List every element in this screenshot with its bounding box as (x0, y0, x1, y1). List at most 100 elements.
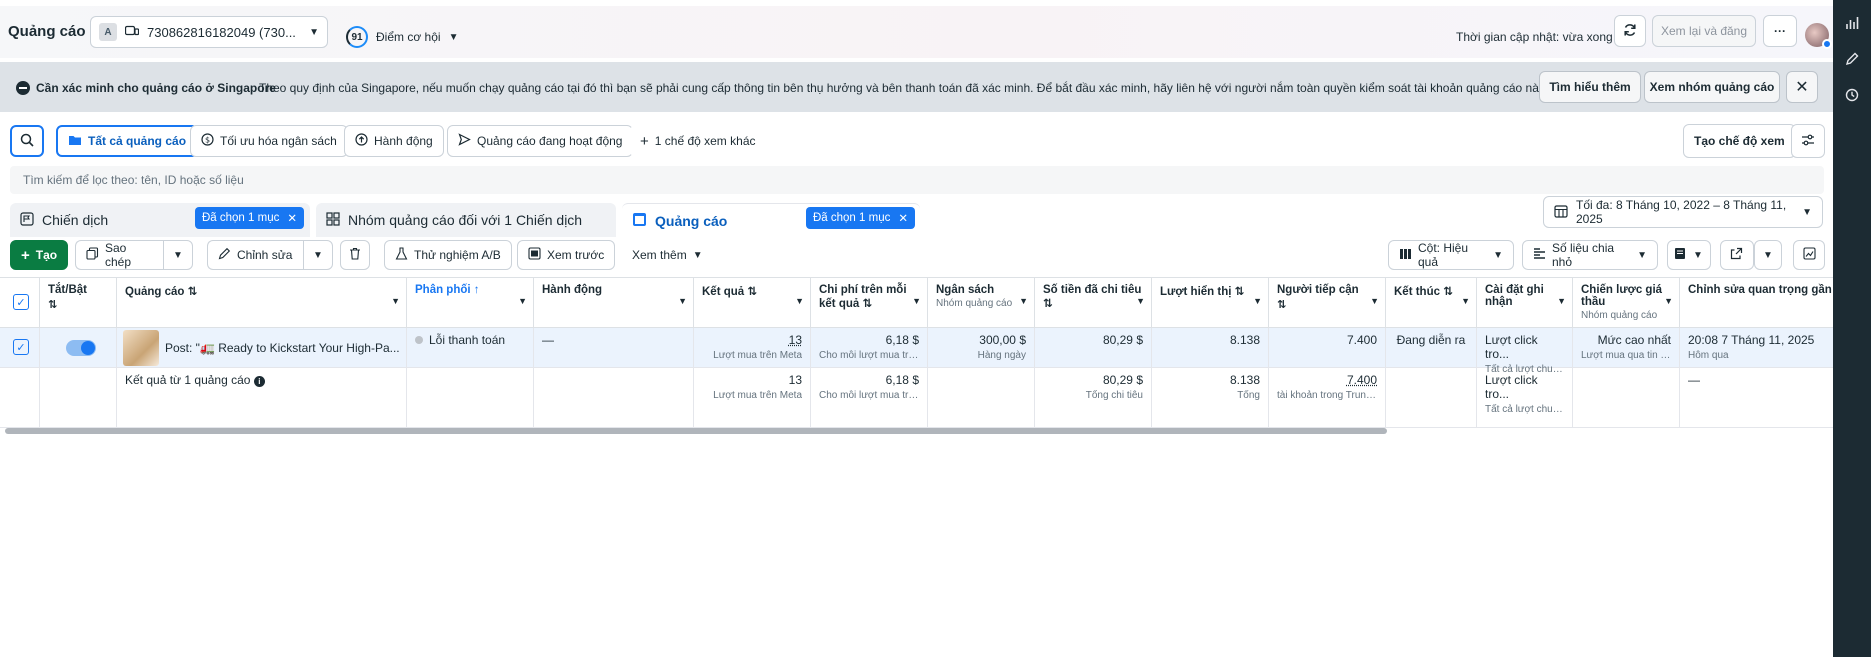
action-toolbar: + Tạo Sao chép ▼ Chỉnh sửa ▼ Thử nghiệm … (0, 240, 1833, 274)
campaigns-selected-chip[interactable]: Đã chọn 1 mục ✕ (195, 207, 304, 229)
ad-thumbnail (123, 329, 159, 366)
edit-dropdown[interactable]: ▼ (303, 240, 333, 270)
horizontal-scrollbar[interactable] (5, 428, 1387, 434)
date-range-picker[interactable]: Tối đa: 8 Tháng 10, 2022 – 8 Tháng 11, 2… (1543, 196, 1823, 228)
col-budget-sub: Nhóm quảng cáo (936, 298, 1013, 309)
col-impressions[interactable]: Lượt hiển thị ⇅ ▼ (1152, 278, 1269, 328)
more-button[interactable]: ··· (1763, 15, 1797, 47)
col-on-off[interactable]: Tắt/Bật ⇅ (40, 278, 117, 328)
reach-cell: 7.400 (1269, 328, 1386, 368)
preview-icon (528, 247, 541, 263)
breakdown-button[interactable]: Số liệu chia nhỏ ▼ (1522, 240, 1658, 270)
export-icon (1730, 247, 1743, 263)
ab-test-button[interactable]: Thử nghiệm A/B (384, 240, 512, 270)
close-icon: ✕ (1795, 79, 1809, 96)
columns-button[interactable]: Cột: Hiệu quả ▼ (1388, 240, 1514, 270)
col-delivery[interactable]: Phân phối ↑ ▼ (407, 278, 534, 328)
score-label: Điểm cơ hội (376, 30, 441, 44)
review-publish-button[interactable]: Xem lại và đăng (1652, 15, 1756, 47)
caret-down-icon: ▼ (1136, 296, 1145, 306)
create-label: Tạo (35, 248, 58, 262)
cost-cell: 6,18 $ Cho mỗi lượt mua trê... (811, 328, 928, 368)
charts-button[interactable] (1793, 240, 1825, 270)
minus-circle-icon (16, 81, 30, 95)
col-cost-per-result[interactable]: Chi phí trên mỗi kết quả ⇅ ▼ (811, 278, 928, 328)
view-active-ads[interactable]: Quảng cáo đang hoạt động (447, 125, 634, 157)
view-all-ads[interactable]: Tất cả quảng cáo (56, 125, 199, 157)
view-settings-button[interactable] (1791, 124, 1825, 158)
avatar[interactable] (1805, 23, 1832, 49)
chart-icon[interactable] (1843, 16, 1861, 34)
col-budget[interactable]: Ngân sách Nhóm quảng cáo ▼ (928, 278, 1035, 328)
search-button[interactable] (10, 125, 44, 157)
close-icon[interactable]: ✕ (287, 211, 297, 225)
create-view-button[interactable]: Tạo chế độ xem (1683, 124, 1796, 158)
impressions-value: 8.138 (1229, 333, 1260, 347)
sort-asc-icon: ↑ (473, 284, 480, 296)
col-reach[interactable]: Người tiếp cận ⇅ ▼ (1269, 278, 1386, 328)
results-value[interactable]: 13 (789, 333, 802, 347)
ad-name[interactable]: Post: "🚛 Ready to Kickstart Your High-Pa… (165, 341, 400, 355)
ads-selected-chip[interactable]: Đã chọn 1 mục ✕ (806, 207, 915, 229)
cost-value: 6,18 $ (885, 333, 919, 347)
tab-adsets[interactable]: Nhóm quảng cáo đối với 1 Chiến dịch (316, 203, 616, 237)
summary-impressions-sub: Tổng (1237, 390, 1260, 401)
clock-icon[interactable] (1843, 88, 1861, 106)
learn-more-button[interactable]: Tìm hiểu thêm (1539, 71, 1641, 103)
ad-name-cell[interactable]: Post: "🚛 Ready to Kickstart Your High-Pa… (117, 328, 407, 368)
see-more-button[interactable]: Xem thêm ▼ (622, 240, 713, 270)
col-ends[interactable]: Kết thúc ⇅ ▼ (1386, 278, 1477, 328)
page-title: Quảng cáo (8, 23, 86, 40)
reports-button[interactable]: ▼ (1667, 240, 1711, 270)
opportunity-score[interactable]: 91 Điểm cơ hội ▼ (346, 26, 458, 48)
edit-button[interactable]: Chỉnh sửa (207, 240, 303, 270)
refresh-button[interactable] (1614, 15, 1646, 47)
close-icon[interactable]: ✕ (898, 211, 908, 225)
view-budget-opt[interactable]: $ Tối ưu hóa ngân sách (190, 125, 348, 157)
bid-cell: Mức cao nhất Lượt mua qua tin n... (1573, 328, 1680, 368)
pencil-icon[interactable] (1843, 52, 1861, 70)
preview-button[interactable]: Xem trước (517, 240, 616, 270)
more-views-label: 1 chế độ xem khác (654, 134, 756, 148)
summary-label: Kết quả từ 1 quảng cáo (125, 373, 251, 387)
close-banner-button[interactable]: ✕ (1786, 71, 1818, 103)
delete-button[interactable] (340, 240, 370, 270)
select-all-cell[interactable]: ✓ (0, 278, 40, 328)
search-input[interactable]: Tìm kiếm để lọc theo: tên, ID hoặc số li… (10, 166, 1824, 194)
duplicate-dropdown[interactable]: ▼ (163, 240, 193, 270)
last-edit-cell: 20:08 7 Tháng 11, 2025 Hôm qua (1680, 328, 1833, 368)
summary-last-edit-cell: — (1680, 368, 1833, 428)
sort-icon: ⇅ (862, 298, 873, 310)
col-bid-strategy[interactable]: Chiến lược giá thầu Nhóm quảng cáo ▼ (1573, 278, 1680, 328)
more-views-button[interactable]: + 1 chế độ xem khác (630, 125, 766, 157)
view-actions[interactable]: Hành động (344, 125, 444, 157)
export-dropdown[interactable]: ▼ (1754, 240, 1782, 270)
export-button[interactable] (1720, 240, 1754, 270)
results-cell[interactable]: 13 Lượt mua trên Meta (694, 328, 811, 368)
col-results-label: Kết quả (702, 286, 745, 298)
on-off-toggle[interactable] (66, 340, 96, 356)
delivery-status: Lỗi thanh toán (429, 333, 506, 347)
col-amount-spent[interactable]: Số tiền đã chi tiêu ⇅ ▼ (1035, 278, 1152, 328)
summary-cost-sub: Cho mỗi lượt mua trê... (819, 390, 919, 401)
col-results[interactable]: Kết quả ⇅ ▼ (694, 278, 811, 328)
summary-empty-cell (534, 368, 694, 428)
campaigns-selected-label: Đã chọn 1 mục (202, 212, 280, 224)
create-button[interactable]: + Tạo (10, 240, 69, 270)
summary-impressions-cell: 8.138 Tổng (1152, 368, 1269, 428)
duplicate-button[interactable]: Sao chép (75, 240, 163, 270)
info-icon[interactable]: i (253, 376, 265, 387)
impressions-cell: 8.138 (1152, 328, 1269, 368)
account-selector[interactable]: A 730862816182049 (730... ▼ (90, 16, 328, 48)
col-last-edit[interactable]: Chỉnh sửa quan trọng gần đây nhất (1680, 278, 1833, 328)
select-all-checkbox[interactable]: ✓ (13, 294, 29, 310)
col-ad-name[interactable]: Quảng cáo ⇅ ▼ (117, 278, 407, 328)
summary-reach[interactable]: 7.400 (1347, 373, 1377, 387)
summary-reach-sub: tài khoản trong Trung ... (1277, 390, 1377, 401)
col-attribution[interactable]: Cài đặt ghi nhận ▼ (1477, 278, 1573, 328)
row-select-cell[interactable]: ✓ (0, 328, 40, 368)
row-checkbox[interactable]: ✓ (13, 339, 29, 355)
view-adsets-button[interactable]: Xem nhóm quảng cáo (1644, 71, 1780, 103)
col-actions[interactable]: Hành động ▼ (534, 278, 694, 328)
chevron-down-icon: ▼ (1802, 206, 1812, 218)
